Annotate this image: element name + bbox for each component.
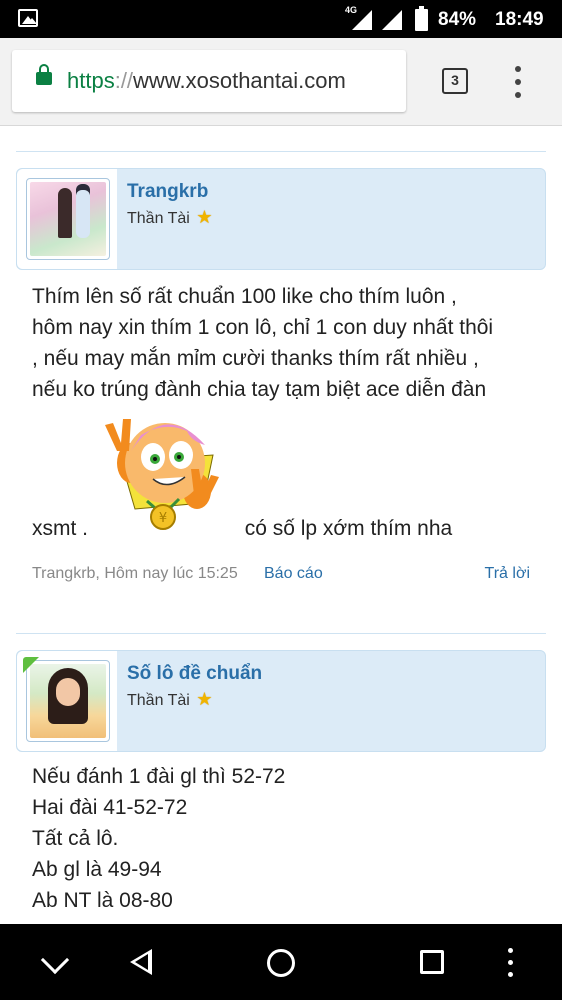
status-bar: 4G 84% 18:49 [0,0,562,38]
star-icon: ★ [196,207,213,227]
lock-icon [36,64,52,85]
message-line: hôm nay xin thím 1 con lô, chỉ 1 con duy… [32,316,494,339]
system-nav-bar [0,924,562,1000]
battery-percent: 84% [438,9,477,30]
page-content[interactable]: Trangkrb Thần Tài ★ Thím lên số rất chuẩ… [0,127,562,924]
url-host: www.xosothantai.com [133,68,346,93]
user-title-text: Thần Tài [127,692,190,709]
browser-toolbar: https://www.xosothantai.com 3 [0,38,562,126]
message-line: Tất cả lô. [32,827,119,850]
signal-icon [352,10,372,30]
message-line: Thím lên số rất chuẩn 100 like cho thím … [32,285,457,308]
back-icon[interactable] [130,949,152,975]
tab-switcher-button[interactable]: 3 [442,68,468,94]
report-link[interactable]: Báo cáo [264,565,323,583]
more-options-icon[interactable] [508,66,528,98]
battery-icon [415,6,428,31]
post-footer: Trangkrb, Hôm nay lúc 15:25 Báo cáo Trả … [32,565,530,583]
reply-link[interactable]: Trả lời [485,565,530,583]
divider [16,151,546,152]
image-icon [18,9,38,27]
user-info-card: Số lô đề chuẩn Thần Tài ★ [16,650,546,752]
post-message: Thím lên số rất chuẩn 100 like cho thím … [32,281,542,405]
post-message: Nếu đánh 1 đài gl thì 52-72 Hai đài 41-5… [32,761,542,916]
recent-apps-icon[interactable] [420,950,444,974]
more-vert-icon[interactable] [508,948,514,978]
username[interactable]: Trangkrb [127,181,208,203]
url-separator: :// [114,68,134,93]
user-title-text: Thần Tài [127,210,190,227]
chevron-down-icon[interactable] [40,945,70,975]
address-bar[interactable]: https://www.xosothantai.com [12,50,406,112]
post-message-continued: xsmt . có số lp xớm thím nha [32,513,542,544]
avatar[interactable] [26,178,110,260]
message-line: Ab gl là 49-94 [32,858,162,881]
user-title: Thần Tài ★ [127,689,212,710]
divider [16,633,546,634]
message-text: xsmt . [32,517,88,540]
online-badge-icon [23,657,39,673]
star-icon: ★ [196,689,213,709]
message-line: Ab NT là 08-80 [32,889,173,912]
signal-icon [382,10,402,30]
message-text: có số lp xớm thím nha [244,517,453,540]
message-line: , nếu may mắn mỉm cười thanks thím rất n… [32,347,479,370]
message-line: nếu ko trúng đành chia tay tạm biệt ace … [32,378,487,401]
username[interactable]: Số lô đề chuẩn [127,663,262,685]
message-line: Hai đài 41-52-72 [32,796,188,819]
url-text[interactable]: https://www.xosothantai.com [67,68,346,94]
home-icon[interactable] [267,949,295,977]
user-info-card: Trangkrb Thần Tài ★ [16,168,546,270]
user-title: Thần Tài ★ [127,207,212,228]
message-line: Nếu đánh 1 đài gl thì 52-72 [32,765,286,788]
post-meta[interactable]: Trangkrb, Hôm nay lúc 15:25 [32,565,238,582]
url-scheme: https [67,68,115,93]
clock: 18:49 [495,9,544,30]
